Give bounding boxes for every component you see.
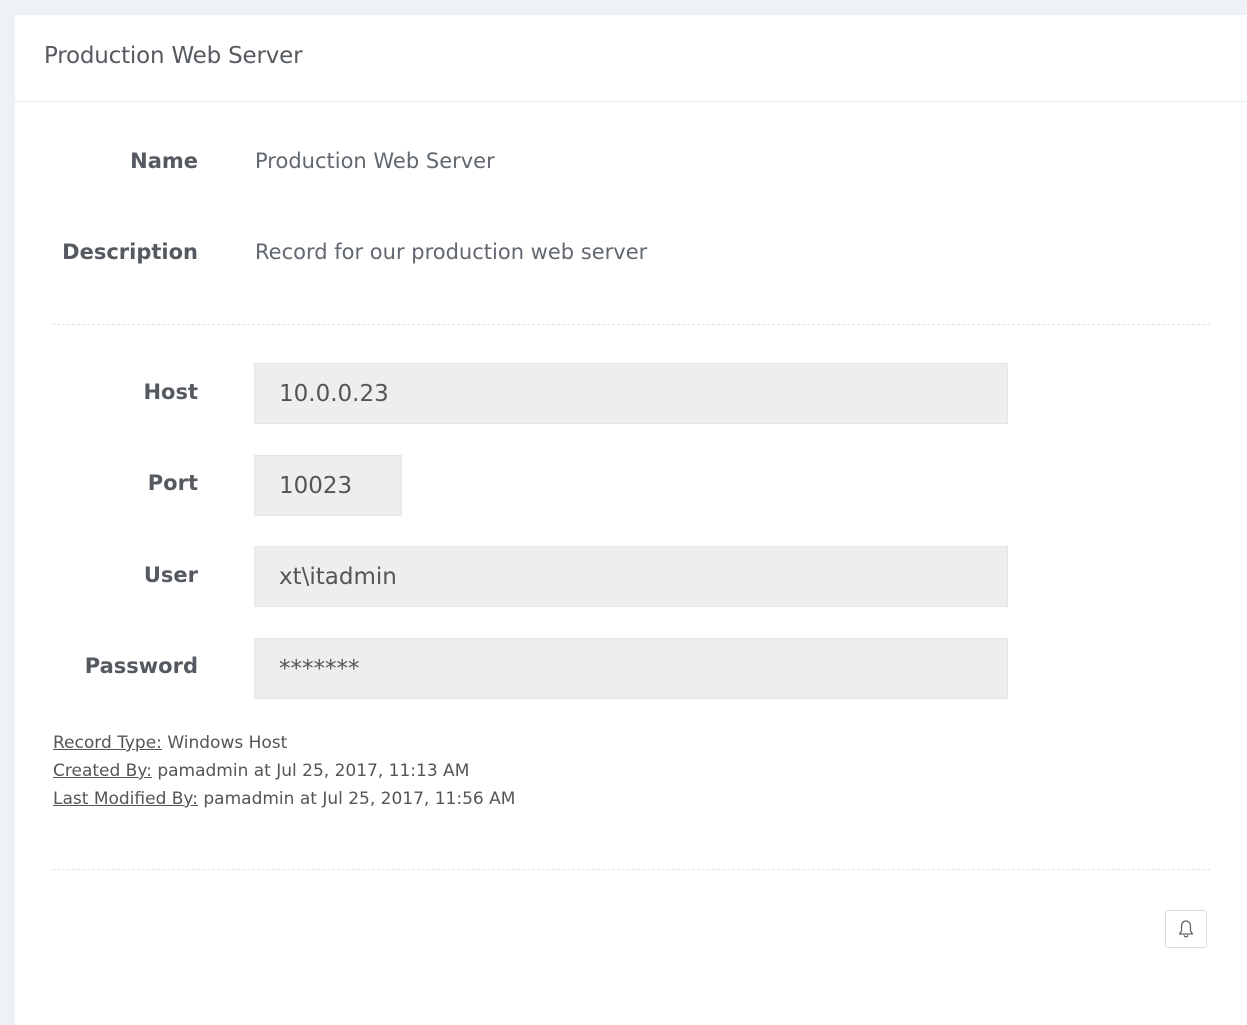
record-metadata: Record Type: Windows Host Created By: pa… [53, 729, 515, 813]
bell-icon [1177, 919, 1195, 939]
modified-by-line: Last Modified By: pamadmin at Jul 25, 20… [53, 785, 515, 813]
modified-by-key: Last Modified By: [53, 789, 198, 809]
footer-divider [52, 869, 1210, 870]
name-label: Name [130, 149, 198, 173]
host-label: Host [143, 380, 198, 404]
description-value: Record for our production web server [255, 240, 648, 264]
created-by-key: Created By: [53, 761, 152, 781]
panel-title: Production Web Server [44, 43, 303, 69]
notify-button[interactable] [1165, 910, 1207, 948]
user-field[interactable]: xt\itadmin [254, 546, 1008, 607]
record-type-key: Record Type: [53, 733, 162, 753]
panel-header: Production Web Server [15, 15, 1247, 102]
created-by-value: pamadmin at Jul 25, 2017, 11:13 AM [157, 761, 470, 781]
password-field[interactable]: ******* [254, 638, 1008, 699]
modified-by-value: pamadmin at Jul 25, 2017, 11:56 AM [203, 789, 516, 809]
section-divider [52, 324, 1210, 325]
password-label: Password [84, 654, 198, 678]
name-value: Production Web Server [255, 149, 495, 173]
record-type-value: Windows Host [167, 733, 288, 753]
record-panel: Production Web Server Name Production We… [15, 15, 1247, 1025]
description-label: Description [62, 240, 198, 264]
host-field[interactable]: 10.0.0.23 [254, 363, 1008, 424]
port-label: Port [147, 471, 198, 495]
user-label: User [143, 563, 198, 587]
created-by-line: Created By: pamadmin at Jul 25, 2017, 11… [53, 757, 515, 785]
record-type-line: Record Type: Windows Host [53, 729, 515, 757]
port-field[interactable]: 10023 [254, 455, 402, 516]
